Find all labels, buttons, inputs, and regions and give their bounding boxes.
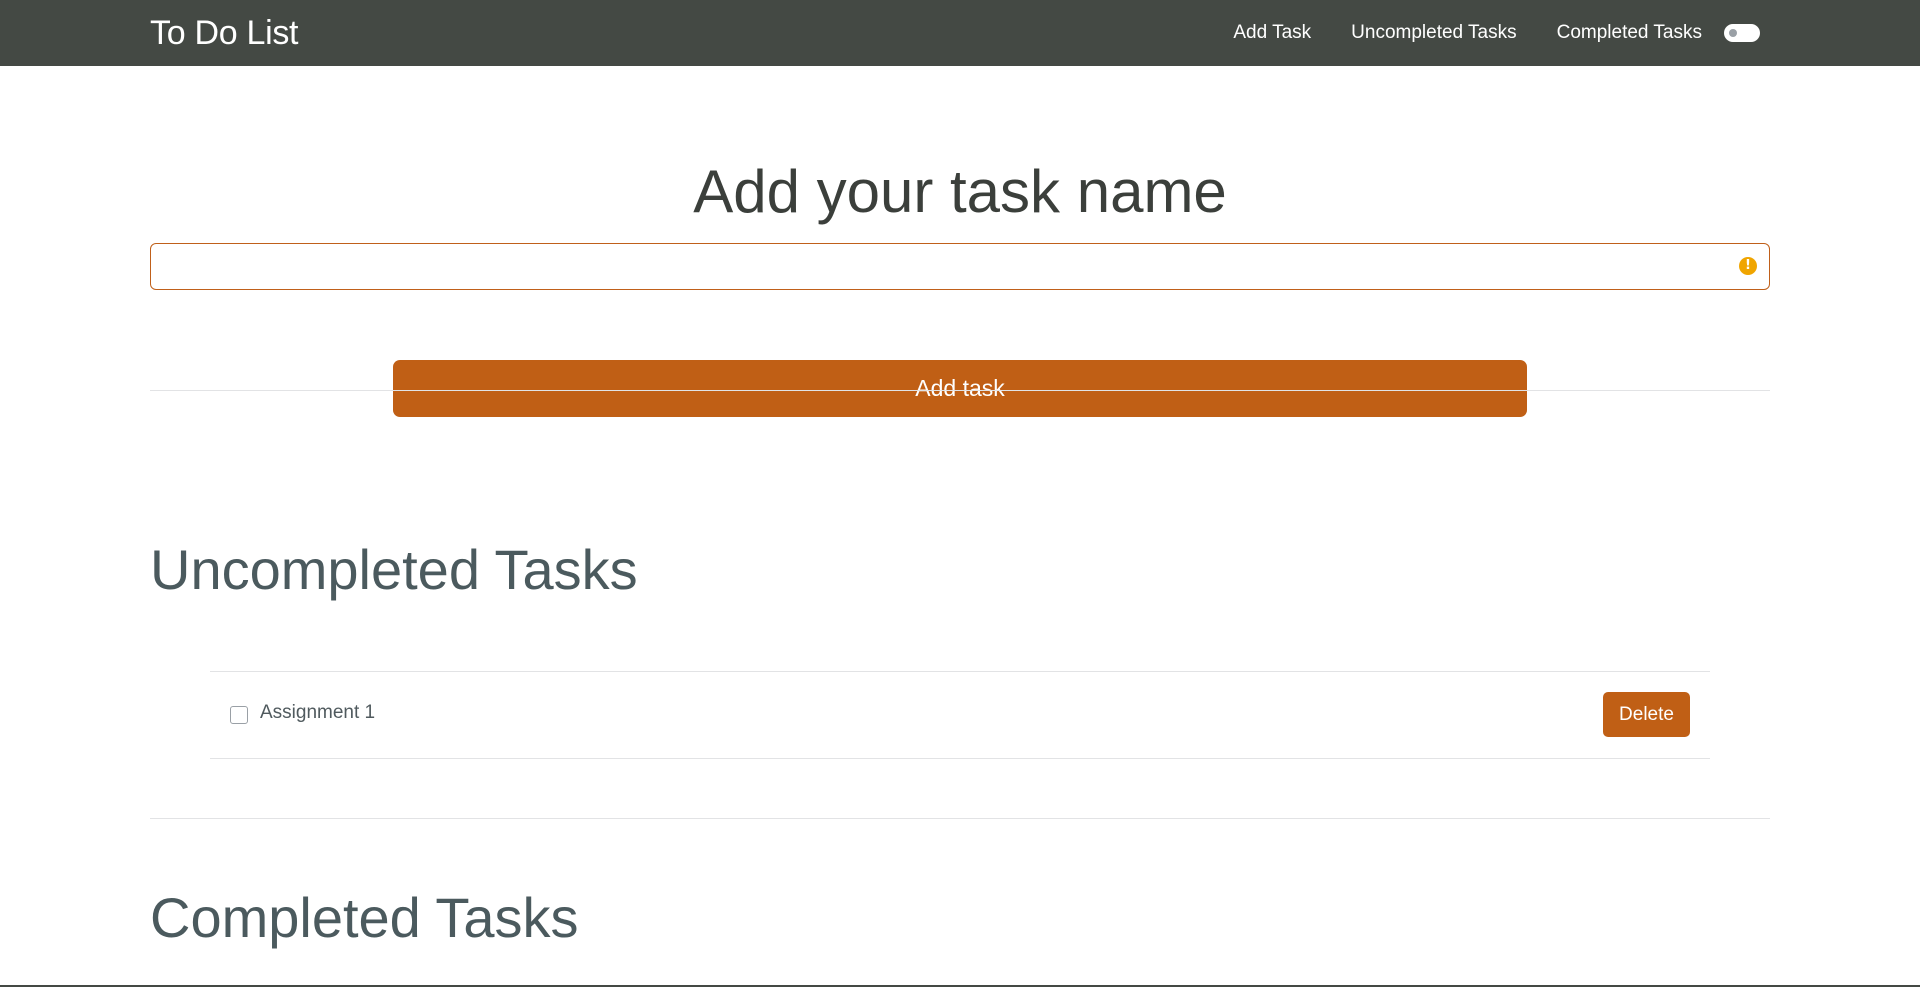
- task-name-field: !: [150, 243, 1770, 290]
- nav-link-completed-tasks[interactable]: Completed Tasks: [1557, 22, 1702, 44]
- brand-title[interactable]: To Do List: [150, 0, 298, 66]
- nav-link-uncompleted-tasks[interactable]: Uncompleted Tasks: [1351, 22, 1516, 44]
- completed-tasks-title: Completed Tasks: [150, 886, 579, 949]
- task-name-input[interactable]: [151, 244, 1739, 288]
- nav-link-add-task[interactable]: Add Task: [1233, 22, 1311, 44]
- task-row: Assignment 1 Delete: [210, 671, 1710, 759]
- add-task-button[interactable]: Add task: [393, 360, 1527, 417]
- exclamation-warning-icon: !: [1739, 257, 1757, 275]
- divider: [150, 818, 1770, 819]
- add-task-heading: Add your task name: [693, 158, 1227, 225]
- uncompleted-tasks-title: Uncompleted Tasks: [150, 538, 638, 601]
- navbar: To Do List Add Task Uncompleted Tasks Co…: [0, 0, 1920, 66]
- theme-toggle-switch[interactable]: [1724, 24, 1760, 42]
- nav-links: Add Task Uncompleted Tasks Completed Tas…: [1233, 0, 1760, 66]
- divider: [150, 390, 1770, 391]
- uncompleted-task-list: Assignment 1 Delete: [210, 671, 1710, 759]
- toggle-knob: [1729, 29, 1737, 37]
- delete-task-button[interactable]: Delete: [1603, 692, 1690, 737]
- task-label: Assignment 1: [260, 702, 376, 723]
- task-checkbox[interactable]: [230, 706, 248, 724]
